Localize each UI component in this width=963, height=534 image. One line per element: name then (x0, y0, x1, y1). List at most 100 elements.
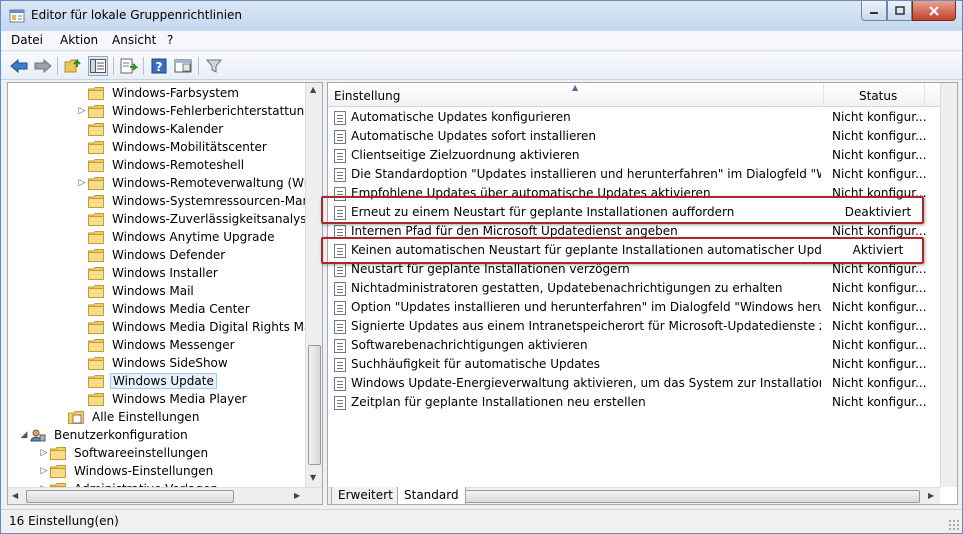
tree-item[interactable]: ▷ Windows-Fehlerberichterstattung (76, 102, 314, 120)
tree-item-user-configuration[interactable]: ◢ Benutzerkonfiguration (18, 426, 190, 444)
tree-item-label: Windows-Zuverlässigkeitsanalyse (112, 212, 314, 226)
folder-icon (88, 392, 104, 406)
policy-setting-icon (334, 377, 346, 391)
tree-item[interactable]: Windows Installer (76, 264, 220, 282)
menu-help[interactable]: ? (167, 33, 173, 47)
tree-item[interactable]: Windows SideShow (76, 354, 230, 372)
show-hide-tree-button[interactable] (88, 56, 108, 76)
menu-action[interactable]: Aktion (60, 33, 98, 47)
filter-button[interactable] (204, 56, 224, 76)
tree-item[interactable]: Windows Anytime Upgrade (76, 228, 277, 246)
tree-item[interactable]: Windows Defender (76, 246, 227, 264)
setting-row[interactable]: Zeitplan für geplante Installationen neu… (328, 393, 940, 412)
setting-row[interactable]: Windows Update-Energieverwaltung aktivie… (328, 374, 940, 393)
collapse-arrow-icon[interactable]: ◢ (18, 430, 30, 440)
expand-arrow-icon[interactable]: ▷ (76, 106, 88, 116)
tree-item[interactable]: Windows-Farbsystem (76, 84, 241, 102)
maximize-button[interactable] (887, 1, 912, 21)
forward-arrow-icon (34, 59, 52, 73)
setting-row[interactable]: Softwarebenachrichtigungen aktivieren Nic… (328, 336, 940, 355)
tree-item[interactable]: ▷ Softwareeinstellungen (38, 444, 210, 462)
tree-item-all-settings[interactable]: Alle Einstellungen (68, 408, 201, 426)
setting-row[interactable]: Die Standardoption "Updates installieren… (328, 165, 940, 184)
resize-grip-icon[interactable] (948, 519, 960, 531)
setting-row[interactable]: Option "Updates installieren und herunte… (328, 298, 940, 317)
setting-row[interactable]: Automatische Updates konfigurieren Nicht … (328, 108, 940, 127)
folder-icon (88, 248, 104, 262)
tree-item[interactable]: Windows Mail (76, 282, 196, 300)
export-list-button[interactable] (119, 56, 139, 76)
scroll-down-icon[interactable]: ▼ (310, 473, 316, 482)
setting-name: Automatische Updates sofort installieren (351, 129, 597, 143)
tree-item[interactable]: Windows-Zuverlässigkeitsanalyse (76, 210, 316, 228)
settings-list-pane: ▲ Einstellung Status Automatische Update… (327, 82, 958, 505)
setting-row[interactable]: Signierte Updates aus einem Intranetspei… (328, 317, 940, 336)
tree-item-label: Benutzerkonfiguration (54, 428, 188, 442)
back-button[interactable] (9, 56, 29, 76)
tree-item-label: Windows Installer (112, 266, 218, 280)
menu-view[interactable]: Ansicht (112, 33, 156, 47)
setting-name: Windows Update-Energieverwaltung aktivie… (351, 376, 821, 390)
tree-item[interactable]: Windows-Kalender (76, 120, 225, 138)
help-button[interactable]: ? (149, 56, 169, 76)
up-one-level-button[interactable] (63, 56, 83, 76)
setting-row[interactable]: Suchhäufigkeit für automatische Updates N… (328, 355, 940, 374)
tree-item-label: Windows-Einstellungen (74, 464, 214, 478)
column-header-status-label: Status (859, 89, 898, 103)
policy-setting-icon (334, 149, 346, 163)
tree-item[interactable]: Windows Media Player (76, 390, 249, 408)
tree-horizontal-scroll-thumb[interactable] (26, 490, 234, 503)
folder-icon (88, 284, 104, 298)
minimize-button[interactable] (861, 1, 887, 21)
tab-extended[interactable]: Erweitert (331, 487, 400, 505)
setting-row[interactable]: Nichtadministratoren gestatten, Updatebe… (328, 279, 940, 298)
tree-item[interactable]: Windows-Mobilitätscenter (76, 138, 269, 156)
column-header-setting[interactable]: Einstellung (328, 83, 824, 107)
tree-vertical-scrollbar[interactable]: ▲ ▼ (305, 83, 322, 487)
tree-item[interactable]: Windows Messenger (76, 336, 237, 354)
tree-horizontal-scrollbar[interactable]: ◀ ▶ (8, 487, 322, 504)
properties-view-button[interactable] (173, 56, 193, 76)
tab-standard[interactable]: Standard (397, 487, 466, 505)
setting-status: Nicht konfigur... (832, 319, 927, 333)
expand-arrow-icon[interactable]: ▷ (76, 178, 88, 188)
close-button[interactable] (912, 1, 956, 21)
tree-item-label: Windows SideShow (112, 356, 228, 370)
folder-icon (88, 266, 104, 280)
tree-item[interactable]: Windows-Systemressourcen-Manager (76, 192, 322, 210)
tree-item[interactable]: ▷ Windows-Einstellungen (38, 462, 215, 480)
column-header-status[interactable]: Status (825, 83, 925, 107)
folder-icon (88, 86, 104, 100)
list-vertical-scrollbar[interactable] (940, 83, 957, 487)
folder-icon (88, 320, 104, 334)
filter-icon (206, 59, 222, 73)
scroll-right-icon[interactable]: ▶ (928, 491, 934, 500)
setting-name: Nichtadministratoren gestatten, Updatebe… (351, 281, 783, 295)
tree-item[interactable]: Windows Update (76, 372, 217, 390)
scroll-left-icon[interactable]: ◀ (12, 491, 18, 500)
setting-name: Die Standardoption "Updates installieren… (351, 167, 821, 181)
highlight-box-aktiviert (321, 237, 924, 264)
tree-item[interactable]: Windows Media Center (76, 300, 252, 318)
scroll-up-icon[interactable]: ▲ (310, 85, 316, 94)
folder-icon (88, 104, 104, 118)
setting-status: Nicht konfigur... (832, 129, 927, 143)
folder-icon (88, 122, 104, 136)
tree-item[interactable]: ▷ Windows-Remoteverwaltung (WinRM) (76, 174, 322, 192)
tree-item[interactable]: Windows Media Digital Rights Management (76, 318, 322, 336)
setting-row[interactable]: Clientseitige Zielzuordnung aktivieren Ni… (328, 146, 940, 165)
expand-arrow-icon[interactable]: ▷ (38, 466, 50, 476)
tree-vertical-scroll-thumb[interactable] (308, 345, 321, 465)
policy-setting-icon (334, 396, 346, 410)
setting-row[interactable]: Automatische Updates sofort installieren… (328, 127, 940, 146)
expand-arrow-icon[interactable]: ▷ (38, 448, 50, 458)
forward-button[interactable] (33, 56, 53, 76)
scroll-right-icon[interactable]: ▶ (294, 491, 300, 500)
setting-name: Internen Pfad für den Microsoft Updatedi… (351, 224, 678, 238)
status-bar: 16 Einstellung(en) (1, 509, 962, 533)
tree-pane: Windows-Farbsystem ▷ Windows-Fehlerbericht… (7, 82, 323, 505)
setting-name: Clientseitige Zielzuordnung aktivieren (351, 148, 580, 162)
tree-item[interactable]: Windows-Remoteshell (76, 156, 246, 174)
menu-file[interactable]: Datei (11, 33, 43, 47)
setting-name: Zeitplan für geplante Installationen neu… (351, 395, 646, 409)
